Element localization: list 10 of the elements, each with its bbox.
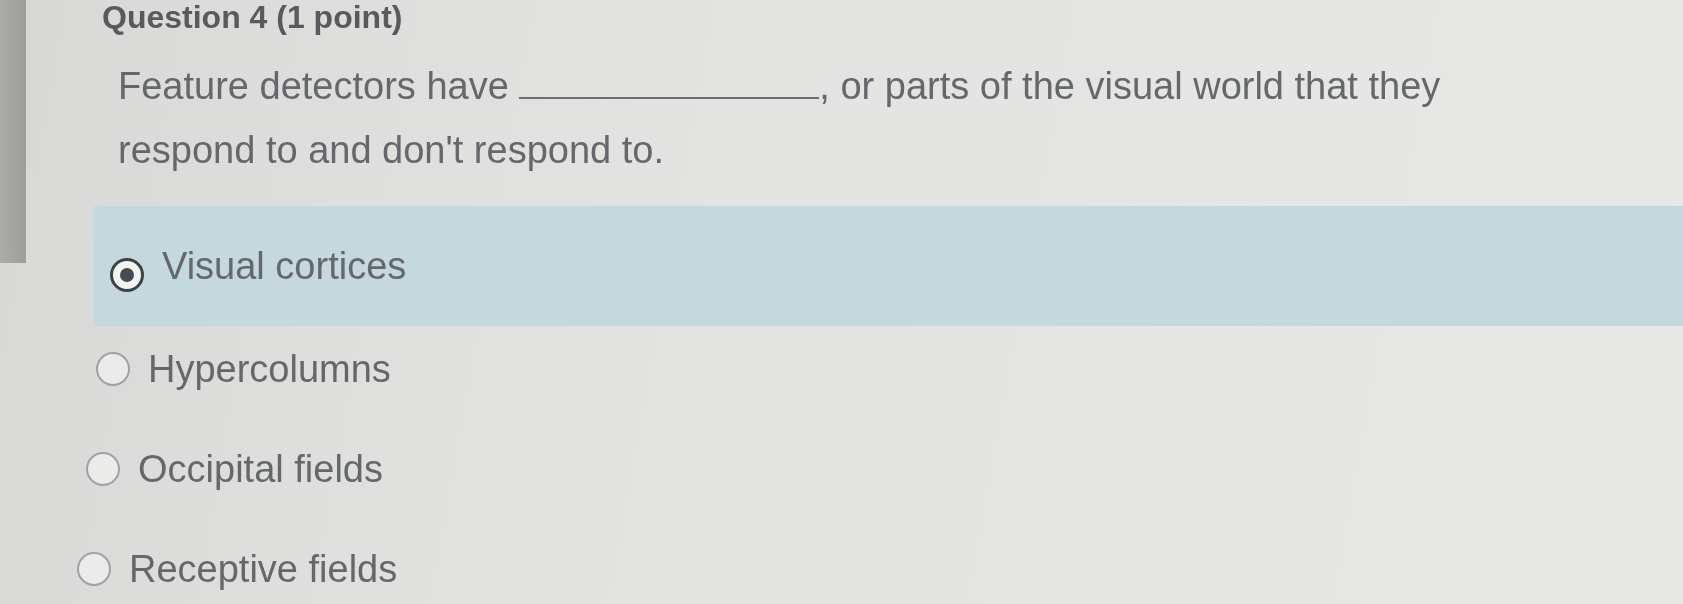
radio-button[interactable] <box>86 452 120 486</box>
question-header: Question 4 (1 point) <box>102 0 403 34</box>
answer-option[interactable]: Occipital fields <box>86 439 383 499</box>
radio-button[interactable] <box>110 258 144 292</box>
question-text: Feature detectors have , or parts of the visual world that they respond to and don't respond to. <box>118 64 1442 173</box>
radio-button[interactable] <box>96 352 130 386</box>
answer-option[interactable]: Hypercolumns <box>96 339 391 399</box>
answer-option[interactable]: Receptive fields <box>77 539 398 599</box>
answer-option[interactable]: Visual cortices <box>94 206 1683 326</box>
radio-button[interactable] <box>77 552 111 586</box>
